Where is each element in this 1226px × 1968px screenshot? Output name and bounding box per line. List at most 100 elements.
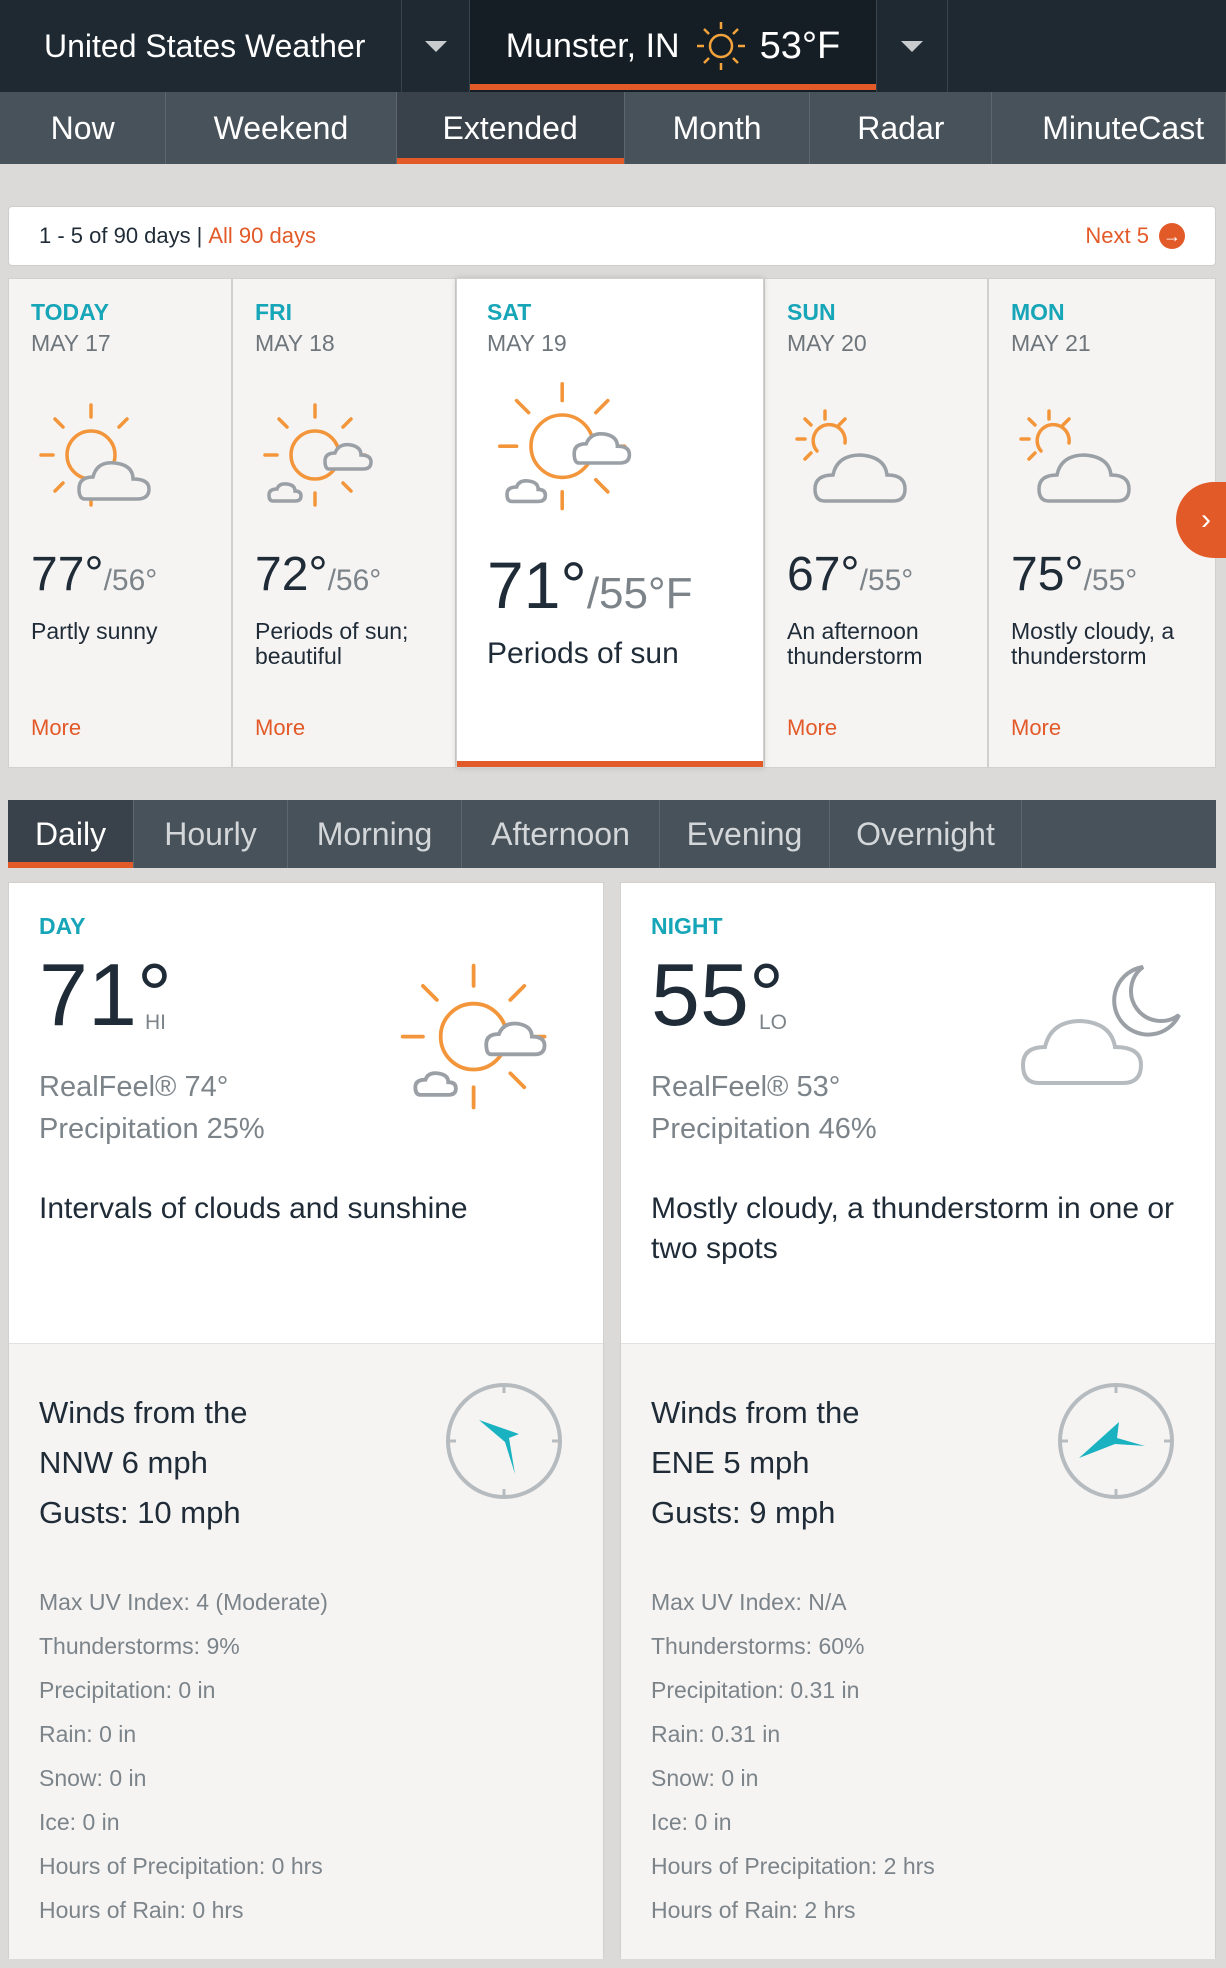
day-date: MAY 17 bbox=[31, 330, 111, 356]
current-temp: 53°F bbox=[759, 24, 841, 67]
panel-label: NIGHT bbox=[651, 913, 723, 939]
tab-radar[interactable]: Radar bbox=[810, 92, 993, 164]
sun-icon bbox=[696, 22, 745, 70]
day-name: MON bbox=[1011, 299, 1065, 325]
stat-precipitation: Precipitation: 0 in bbox=[39, 1677, 216, 1703]
active-day-underline bbox=[457, 761, 763, 767]
site-menu-dropdown[interactable] bbox=[402, 0, 470, 92]
wind-info: Winds from the NNW 6 mph Gusts: 10 mph bbox=[39, 1388, 247, 1538]
stat-rain: Rain: 0 in bbox=[39, 1721, 137, 1747]
forecast-nav: Now Weekend Extended Month Radar MinuteC… bbox=[0, 92, 1226, 164]
top-bar: United States Weather Munster, IN 53°F bbox=[0, 0, 1226, 92]
cloudy-moon-icon bbox=[1020, 965, 1181, 1085]
day-temp: 67°/55° bbox=[787, 547, 913, 602]
day-lo: /55°F bbox=[586, 569, 693, 618]
day-card-fri[interactable]: FRI MAY 18 72°/56° Periods of sun; beaut… bbox=[232, 278, 456, 768]
location-dropdown[interactable] bbox=[876, 0, 948, 92]
tab-daily[interactable]: Daily bbox=[8, 800, 134, 868]
panel-desc: Mostly cloudy, a thunderstorm in one or … bbox=[651, 1192, 1175, 1265]
sun-clouds-icon bbox=[400, 963, 547, 1110]
more-link[interactable]: More bbox=[255, 715, 305, 741]
day-cards: TODAY MAY 17 77°/56° Partly sunny More F… bbox=[8, 278, 1216, 768]
location-name: Munster, IN bbox=[505, 26, 680, 65]
mostly-cloudy-icon bbox=[1019, 409, 1131, 503]
day-name: TODAY bbox=[31, 299, 109, 325]
compass-nnw-icon bbox=[446, 1383, 562, 1499]
day-lo: /56° bbox=[327, 564, 382, 597]
panel-desc: Intervals of clouds and sunshine bbox=[39, 1192, 468, 1225]
day-date: MAY 18 bbox=[255, 330, 335, 356]
stat-uv: Max UV Index: N/A bbox=[651, 1589, 847, 1615]
stat-thunderstorms: Thunderstorms: 9% bbox=[39, 1633, 240, 1659]
pager-count: 1 - 5 of 90 days bbox=[39, 223, 191, 248]
partly-sunny-icon bbox=[39, 403, 151, 507]
wind-gusts: Gusts: 9 mph bbox=[651, 1495, 836, 1530]
more-link[interactable]: More bbox=[787, 715, 837, 741]
day-temp: 71°/55°F bbox=[487, 547, 692, 623]
current-location[interactable]: Munster, IN 53°F bbox=[470, 0, 876, 92]
period-tabs: Daily Hourly Morning Afternoon Evening O… bbox=[8, 800, 1216, 868]
chevron-down-icon bbox=[901, 40, 923, 52]
sun-clouds-icon bbox=[263, 403, 373, 507]
day-conditions: Winds from the NNW 6 mph Gusts: 10 mph M… bbox=[9, 1343, 603, 1959]
more-link[interactable]: More bbox=[1011, 715, 1061, 741]
stat-hours-precip: Hours of Precipitation: 2 hrs bbox=[651, 1853, 935, 1879]
day-card-today[interactable]: TODAY MAY 17 77°/56° Partly sunny More bbox=[8, 278, 232, 768]
day-date: MAY 20 bbox=[787, 330, 867, 356]
day-lo: /55° bbox=[1083, 564, 1138, 597]
day-lo: /56° bbox=[103, 564, 158, 597]
day-name: SAT bbox=[487, 299, 532, 325]
mostly-cloudy-icon bbox=[795, 409, 907, 503]
tab-evening[interactable]: Evening bbox=[660, 800, 830, 868]
day-hi: 71° bbox=[487, 548, 587, 622]
stat-snow: Snow: 0 in bbox=[39, 1765, 147, 1791]
night-conditions: Winds from the ENE 5 mph Gusts: 9 mph Ma… bbox=[621, 1343, 1215, 1959]
wind-info: Winds from the ENE 5 mph Gusts: 9 mph bbox=[651, 1388, 859, 1538]
day-stats: Max UV Index: 4 (Moderate) Thunderstorms… bbox=[39, 1580, 328, 1932]
stat-hours-rain: Hours of Rain: 0 hrs bbox=[39, 1897, 244, 1923]
day-date: MAY 19 bbox=[487, 330, 567, 356]
tab-morning[interactable]: Morning bbox=[288, 800, 462, 868]
wind-speed: NNW 6 mph bbox=[39, 1445, 208, 1480]
days-pager: 1 - 5 of 90 days | All 90 days Next 5 → bbox=[8, 206, 1216, 266]
tab-month[interactable]: Month bbox=[625, 92, 811, 164]
stat-ice: Ice: 0 in bbox=[651, 1809, 732, 1835]
day-desc: Periods of sun bbox=[487, 637, 679, 670]
day-hi: 77° bbox=[31, 548, 104, 601]
tab-hourly[interactable]: Hourly bbox=[134, 800, 288, 868]
night-summary: NIGHT 55° LO RealFeel® 53° Precipitation… bbox=[621, 883, 1215, 1343]
all-days-link[interactable]: All 90 days bbox=[208, 223, 316, 249]
day-desc: Periods of sun; beautiful bbox=[255, 618, 409, 669]
wind-label: Winds from the bbox=[651, 1395, 860, 1430]
day-lo: /55° bbox=[859, 564, 914, 597]
day-summary: DAY 71° HI RealFeel® 74° Precipitation 2… bbox=[9, 883, 603, 1343]
day-temp: 72°/56° bbox=[255, 547, 381, 602]
day-desc: An afternoon thunderstorm bbox=[787, 618, 923, 669]
tab-extended[interactable]: Extended bbox=[396, 92, 625, 164]
next-5-button[interactable]: Next 5 → bbox=[1085, 223, 1185, 249]
wind-label: Winds from the bbox=[39, 1395, 248, 1430]
tab-minutecast[interactable]: MinuteCast bbox=[992, 92, 1226, 164]
panel-hilo: HI bbox=[145, 1011, 166, 1034]
day-hi: 72° bbox=[255, 548, 328, 601]
stat-hours-precip: Hours of Precipitation: 0 hrs bbox=[39, 1853, 323, 1879]
arrow-right-icon: → bbox=[1159, 223, 1185, 249]
panel-hilo: LO bbox=[759, 1011, 788, 1034]
stat-precipitation: Precipitation: 0.31 in bbox=[651, 1677, 860, 1703]
site-title[interactable]: United States Weather bbox=[0, 0, 402, 92]
tab-weekend[interactable]: Weekend bbox=[166, 92, 397, 164]
tab-now[interactable]: Now bbox=[0, 92, 167, 164]
more-link[interactable]: More bbox=[31, 715, 81, 741]
compass-ene-icon bbox=[1058, 1383, 1174, 1499]
day-card-sat[interactable]: SAT MAY 19 71°/55°F Periods of sun bbox=[456, 278, 764, 768]
tab-afternoon[interactable]: Afternoon bbox=[462, 800, 660, 868]
stat-ice: Ice: 0 in bbox=[39, 1809, 120, 1835]
wind-speed: ENE 5 mph bbox=[651, 1445, 810, 1480]
sun-clouds-icon bbox=[498, 382, 632, 511]
chevron-down-icon bbox=[424, 40, 447, 52]
day-card-sun[interactable]: SUN MAY 20 67°/55° An afternoon thunders… bbox=[764, 278, 988, 768]
day-name: FRI bbox=[255, 299, 293, 325]
tab-overnight[interactable]: Overnight bbox=[830, 800, 1022, 868]
precipitation: Precipitation 25% bbox=[39, 1113, 265, 1145]
day-detail-panel: DAY 71° HI RealFeel® 74° Precipitation 2… bbox=[8, 882, 604, 1959]
